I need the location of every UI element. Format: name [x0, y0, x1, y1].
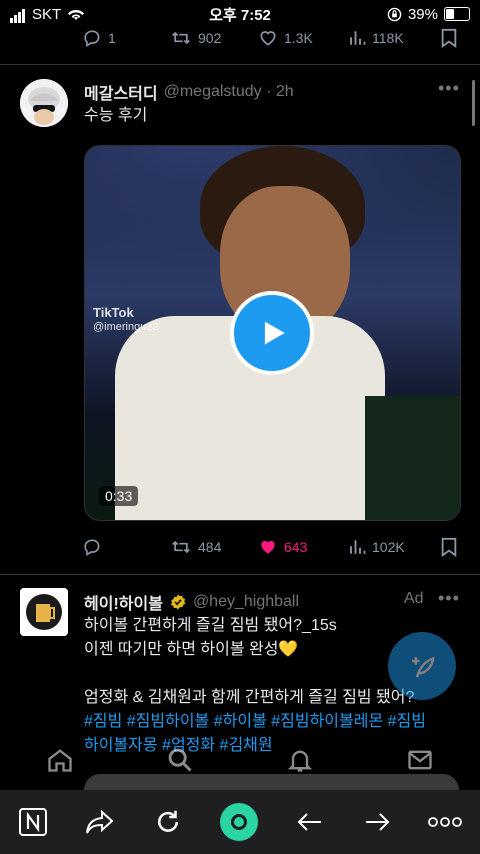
whale-home-icon[interactable]: [219, 802, 259, 842]
heart-icon: [260, 31, 276, 46]
back-arrow-icon[interactable]: [295, 810, 325, 834]
play-button[interactable]: [230, 291, 314, 375]
more-options-icon[interactable]: •••: [438, 588, 460, 609]
bookmark-icon[interactable]: [440, 537, 458, 557]
views-icon: [350, 540, 366, 554]
tweet-header: 메갈스터디 @megalstudy · 2h: [84, 80, 294, 104]
retweet-icon: [172, 540, 190, 554]
advertiser-logo[interactable]: [20, 588, 68, 636]
notion-n-icon[interactable]: [18, 807, 48, 837]
divider: [0, 574, 480, 575]
bookmark-icon[interactable]: [440, 28, 458, 48]
like-button[interactable]: 1.3K: [258, 28, 313, 48]
forward-arrow-icon[interactable]: [362, 810, 392, 834]
tweet-text-line1: 하이볼 간편하게 즐길 짐빔 됐어?_15s: [84, 617, 337, 634]
scrollbar[interactable]: [472, 80, 475, 126]
tweet-header: 헤이!하이볼 @hey_highball: [84, 590, 299, 614]
views-button[interactable]: 118K: [348, 29, 404, 47]
tweet-text: 수능 후기: [84, 107, 148, 124]
search-icon[interactable]: [166, 746, 194, 774]
play-icon: [264, 321, 285, 345]
status-bar: SKT 오후 7:52 39%: [0, 0, 480, 28]
verified-gold-icon: [170, 594, 186, 610]
reply-count: 1: [108, 30, 116, 46]
prev-tweet-actions: 1 902 1.3K 118K: [82, 26, 462, 50]
retweet-button[interactable]: 484: [170, 537, 221, 557]
display-name[interactable]: 메갈스터디: [84, 80, 158, 104]
ad-badge: Ad: [404, 590, 424, 607]
display-name[interactable]: 헤이!하이볼: [84, 590, 163, 614]
like-count: 643: [284, 539, 308, 555]
tiktok-brand: TikTok: [93, 305, 134, 320]
retweet-count: 902: [198, 30, 222, 46]
like-count: 1.3K: [284, 30, 313, 46]
feather-plus-icon: [412, 656, 435, 678]
heart-icon: [261, 541, 275, 554]
handle[interactable]: @hey_highball: [193, 593, 299, 611]
video-player[interactable]: TikTok @imeringue2 0:33: [84, 145, 461, 521]
view-count: 102K: [372, 539, 405, 555]
video-foliage: [365, 396, 460, 520]
video-duration: 0:33: [99, 486, 139, 506]
messages-icon[interactable]: [406, 746, 434, 774]
retweet-button[interactable]: 902: [170, 28, 221, 48]
home-icon[interactable]: [46, 746, 74, 774]
clock: 오후 7:52: [209, 7, 271, 24]
reply-button[interactable]: 1: [82, 28, 116, 48]
notifications-icon[interactable]: [286, 746, 314, 774]
like-button[interactable]: 643: [258, 537, 307, 557]
handle[interactable]: @megalstudy · 2h: [164, 83, 294, 101]
views-icon: [350, 31, 366, 45]
avatar[interactable]: [20, 79, 68, 127]
retweet-icon: [172, 31, 190, 45]
tweet-text-line2: 이젠 따기만 하면 하이볼 완성💛: [84, 641, 299, 658]
browser-toolbar: [0, 790, 480, 854]
more-menu-icon[interactable]: [427, 816, 462, 828]
retweet-count: 484: [198, 539, 222, 555]
reload-icon[interactable]: [153, 807, 183, 837]
reply-icon: [84, 539, 100, 556]
view-count: 118K: [372, 30, 404, 46]
reply-button[interactable]: [82, 537, 108, 557]
more-options-icon[interactable]: •••: [438, 78, 460, 99]
share-arrow-icon[interactable]: [84, 808, 116, 836]
battery-icon: [444, 7, 470, 21]
reply-icon: [84, 30, 100, 47]
divider: [0, 64, 480, 65]
tweet-text-line3: 엄정화 & 김채원과 함께 간편하게 즐길 짐빔 됐어?: [84, 689, 415, 706]
tiktok-watermark: TikTok @imeringue2: [93, 306, 159, 334]
tweet-actions: 484 643 102K: [82, 535, 462, 559]
tiktok-user: @imeringue2: [93, 321, 159, 333]
twitter-tab-bar: [0, 735, 480, 785]
views-button[interactable]: 102K: [348, 538, 405, 556]
hashtags-line1[interactable]: #짐빔 #짐빔하이볼 #하이볼 #짐빔하이볼레몬 #짐빔: [84, 710, 426, 734]
compose-button[interactable]: [388, 632, 456, 700]
